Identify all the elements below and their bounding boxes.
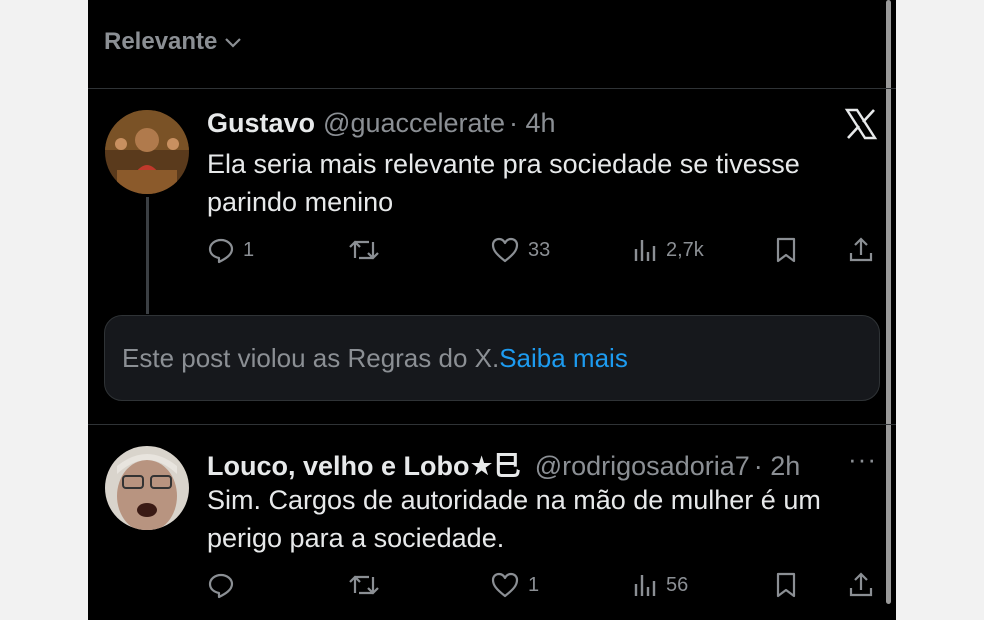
- bookmark-icon: [776, 572, 796, 598]
- avatar-image: [105, 110, 189, 194]
- views-count: 2,7k: [666, 238, 704, 261]
- reply-count: 1: [243, 238, 255, 261]
- post-time[interactable]: · 2h: [754, 451, 801, 482]
- avatar-louco[interactable]: [105, 446, 189, 530]
- share-button[interactable]: [847, 236, 875, 264]
- reply-icon: [208, 573, 234, 599]
- reply-button[interactable]: 1: [207, 236, 254, 264]
- author-handle[interactable]: @rodrigosadoria7: [535, 451, 750, 482]
- more-icon[interactable]: ···: [848, 444, 877, 475]
- author-name[interactable]: Gustavo: [207, 108, 315, 139]
- like-icon: [491, 572, 519, 598]
- views-button[interactable]: 2,7k: [632, 236, 704, 264]
- bookmark-button[interactable]: [774, 236, 798, 264]
- sort-label: Relevante: [104, 28, 218, 55]
- divider: [88, 88, 896, 89]
- post-text: Ela seria mais relevante pra sociedade s…: [207, 149, 800, 217]
- avatar-image: [105, 446, 189, 530]
- reply-button[interactable]: [207, 571, 243, 599]
- like-count: 33: [528, 238, 551, 261]
- views-icon: [634, 575, 656, 596]
- like-button[interactable]: 33: [490, 236, 550, 264]
- repost-icon: [349, 240, 379, 260]
- post-actions: 1 56: [207, 571, 877, 605]
- like-count: 1: [528, 573, 540, 596]
- share-button[interactable]: [847, 571, 875, 599]
- divider: [88, 424, 896, 425]
- repost-button[interactable]: [347, 236, 389, 264]
- views-button[interactable]: 56: [632, 571, 688, 599]
- bookmark-icon: [776, 237, 796, 263]
- post-header: Louco, velho e Lobo★⺒ @rodrigosadoria7 ·…: [207, 444, 800, 483]
- post-header: Gustavo @guaccelerate · 4h: [207, 108, 556, 139]
- scrollbar[interactable]: [886, 0, 891, 604]
- sort-dropdown[interactable]: Relevante: [104, 28, 245, 56]
- avatar-gustavo[interactable]: [105, 110, 189, 194]
- repost-icon: [349, 575, 379, 595]
- x-logo-icon[interactable]: [844, 108, 878, 140]
- repost-button[interactable]: [347, 571, 389, 599]
- thread-line: [146, 197, 149, 314]
- author-handle[interactable]: @guaccelerate: [323, 108, 505, 139]
- bookmark-button[interactable]: [774, 571, 798, 599]
- views-icon: [634, 240, 656, 261]
- violation-notice: Este post violou as Regras do X. Saiba ma…: [104, 315, 880, 401]
- post-actions: 1 33 2,7k: [207, 236, 877, 270]
- share-icon: [849, 572, 873, 597]
- post-time[interactable]: · 4h: [509, 108, 556, 139]
- author-name[interactable]: Louco, velho e Lobo★⺒: [207, 444, 521, 483]
- reply-icon: [208, 238, 234, 264]
- share-icon: [849, 237, 873, 262]
- like-icon: [491, 237, 519, 263]
- like-button[interactable]: 1: [490, 571, 539, 599]
- violation-text: Este post violou as Regras do X.: [122, 342, 500, 373]
- post-text: Sim. Cargos de autoridade na mão de mulh…: [207, 485, 821, 553]
- chevron-down-icon: [225, 38, 242, 48]
- views-count: 56: [666, 573, 689, 596]
- learn-more-link[interactable]: Saiba mais: [499, 343, 628, 374]
